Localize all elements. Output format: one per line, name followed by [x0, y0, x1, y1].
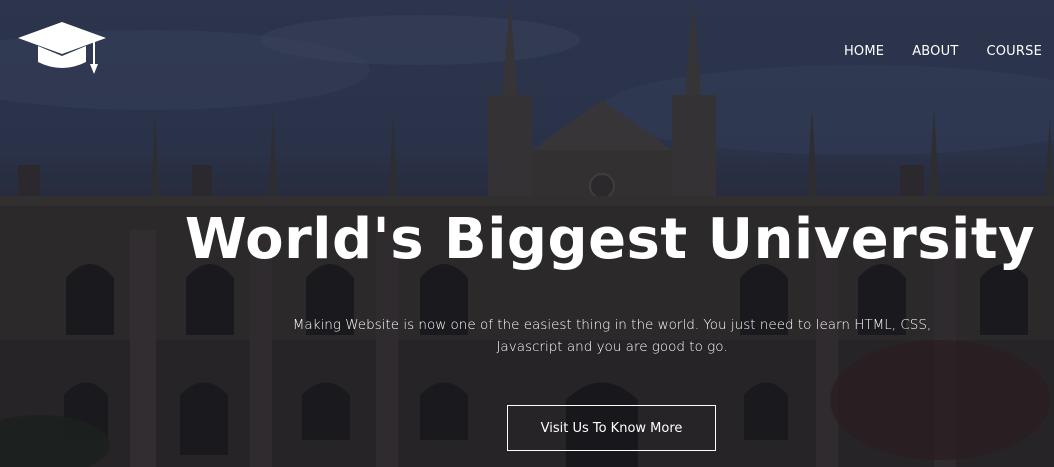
hero-subtitle: Making Website is now one of the easiest… [292, 317, 932, 355]
graduation-cap-icon[interactable] [16, 20, 108, 78]
nav-link-home[interactable]: HOME [844, 44, 884, 59]
visit-us-button[interactable]: Visit Us To Know More [507, 405, 716, 451]
nav-link-course[interactable]: COURSE [986, 44, 1042, 59]
hero-title: World's Biggest University [184, 207, 1036, 272]
hero-section: HOME ABOUT COURSE World's Biggest Univer… [0, 0, 1054, 467]
nav-link-about[interactable]: ABOUT [912, 44, 958, 59]
main-nav: HOME ABOUT COURSE [844, 44, 1042, 59]
